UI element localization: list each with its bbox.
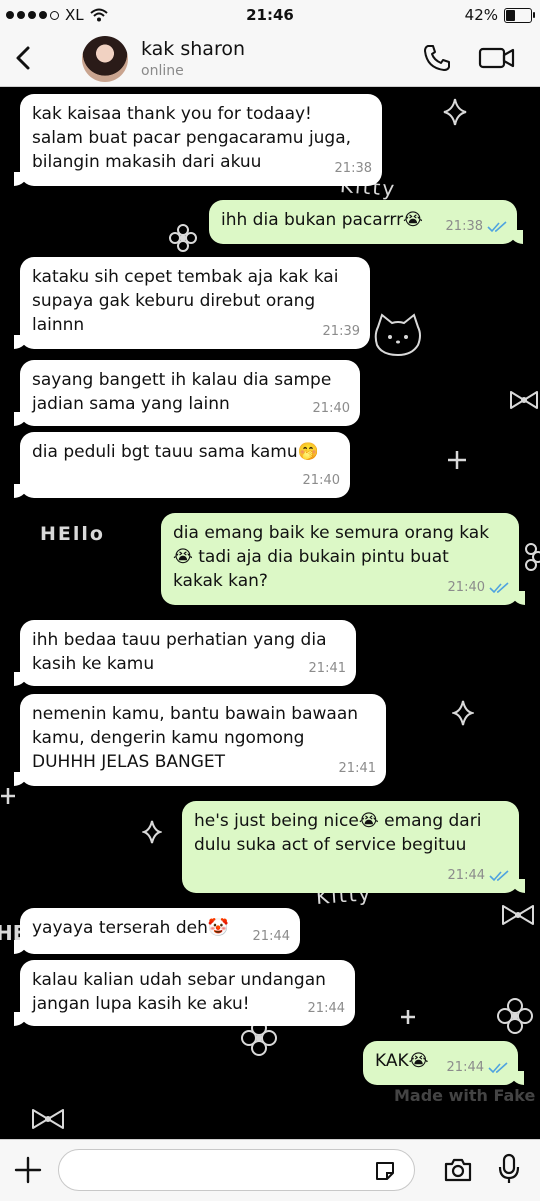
flower-icon <box>169 224 197 252</box>
message-text: he's just being nice😭 emang dari dulu su… <box>194 811 482 855</box>
bow-icon <box>510 391 538 409</box>
message-input-bar <box>0 1139 540 1201</box>
microphone-icon[interactable] <box>498 1153 520 1185</box>
read-receipt-icon <box>488 1062 508 1074</box>
back-chevron-icon[interactable] <box>10 42 38 74</box>
message-time: 21:40 <box>302 473 340 488</box>
camera-icon[interactable] <box>443 1156 473 1184</box>
contact-status: online <box>141 63 184 79</box>
message-bubble-incoming[interactable]: nemenin kamu, bantu bawain bawaan kamu, … <box>14 694 386 786</box>
status-bar: XL 21:46 42% <box>0 0 540 30</box>
contact-name[interactable]: kak sharon <box>141 38 245 60</box>
message-bubble-outgoing[interactable]: he's just being nice😭 emang dari dulu su… <box>182 801 525 893</box>
video-camera-icon[interactable] <box>478 44 516 72</box>
read-receipt-icon <box>489 582 509 594</box>
message-text: ihh bedaa tauu perhatian yang dia kasih … <box>32 630 327 674</box>
message-bubble-incoming[interactable]: kalau kalian udah sebar undangan jangan … <box>14 960 355 1026</box>
plus-doodle-icon <box>401 1010 415 1024</box>
avatar[interactable] <box>82 36 128 82</box>
status-time: 21:46 <box>246 6 294 24</box>
message-bubble-incoming[interactable]: ihh bedaa tauu perhatian yang dia kasih … <box>14 620 356 686</box>
flower-icon <box>497 998 533 1034</box>
message-time: 21:39 <box>322 324 360 339</box>
phone-icon[interactable] <box>421 42 453 74</box>
message-time: 21:41 <box>308 661 346 676</box>
message-bubble-incoming[interactable]: sayang bangett ih kalau dia sampe jadian… <box>14 360 360 426</box>
message-time: 21:38 <box>445 219 483 234</box>
message-bubble-outgoing[interactable]: KAK😭 21:44 <box>363 1041 524 1085</box>
message-text: nemenin kamu, bantu bawain bawaan kamu, … <box>32 704 359 772</box>
message-bubble-incoming[interactable]: dia peduli bgt tauu sama kamu🤭 21:40 <box>14 432 350 498</box>
message-text: kalau kalian udah sebar undangan jangan … <box>32 970 326 1014</box>
chat-header: kak sharon online <box>0 30 540 87</box>
message-text: dia peduli bgt tauu sama kamu🤭 <box>32 442 319 462</box>
plus-doodle-icon <box>1 788 15 804</box>
sticker-icon[interactable] <box>373 1159 397 1183</box>
message-bubble-incoming[interactable]: yayaya terserah deh🤡 21:44 <box>14 908 300 954</box>
message-text: kak kaisaa thank you for todaay! salam b… <box>32 104 352 172</box>
message-time: 21:44 <box>446 1060 484 1075</box>
bow-icon <box>32 1109 64 1129</box>
plus-icon[interactable] <box>14 1156 42 1184</box>
message-time: 21:40 <box>447 580 485 595</box>
message-text: yayaya terserah deh🤡 <box>32 918 230 938</box>
kitty-face-icon <box>374 313 421 357</box>
sparkle-icon <box>443 98 467 126</box>
message-text: kataku sih cepet tembak aja kak kai supa… <box>32 267 339 335</box>
chat-area[interactable]: Kitty HEllo Kitty HE kak kaisaa thank yo… <box>0 87 540 1139</box>
hello-doodle: HEllo <box>40 523 105 545</box>
message-bubble-incoming[interactable]: kataku sih cepet tembak aja kak kai supa… <box>14 257 370 349</box>
message-time: 21:44 <box>307 1001 345 1016</box>
sparkle-icon <box>452 700 474 726</box>
plus-doodle-icon <box>448 451 466 469</box>
sparkle-icon <box>142 820 162 844</box>
watermark: Made with Fake <box>394 1086 536 1105</box>
read-receipt-icon <box>489 870 509 882</box>
message-time: 21:44 <box>252 929 290 944</box>
read-receipt-icon <box>487 221 507 233</box>
message-text: sayang bangett ih kalau dia sampe jadian… <box>32 370 332 414</box>
battery-percent: 42% <box>464 6 498 24</box>
message-input[interactable] <box>58 1149 415 1191</box>
message-bubble-incoming[interactable]: kak kaisaa thank you for todaay! salam b… <box>14 94 382 186</box>
message-time: 21:44 <box>447 868 485 883</box>
message-time: 21:38 <box>334 161 372 176</box>
bow-icon <box>502 905 534 925</box>
message-bubble-outgoing[interactable]: dia emang baik ke semura orang kak 😭 tad… <box>161 513 525 605</box>
message-time: 21:40 <box>312 401 350 416</box>
battery-icon <box>504 7 535 23</box>
message-time: 21:41 <box>338 761 376 776</box>
message-bubble-outgoing[interactable]: ihh dia bukan pacarrr😭 21:38 <box>209 200 523 244</box>
flower-icon <box>525 543 540 571</box>
